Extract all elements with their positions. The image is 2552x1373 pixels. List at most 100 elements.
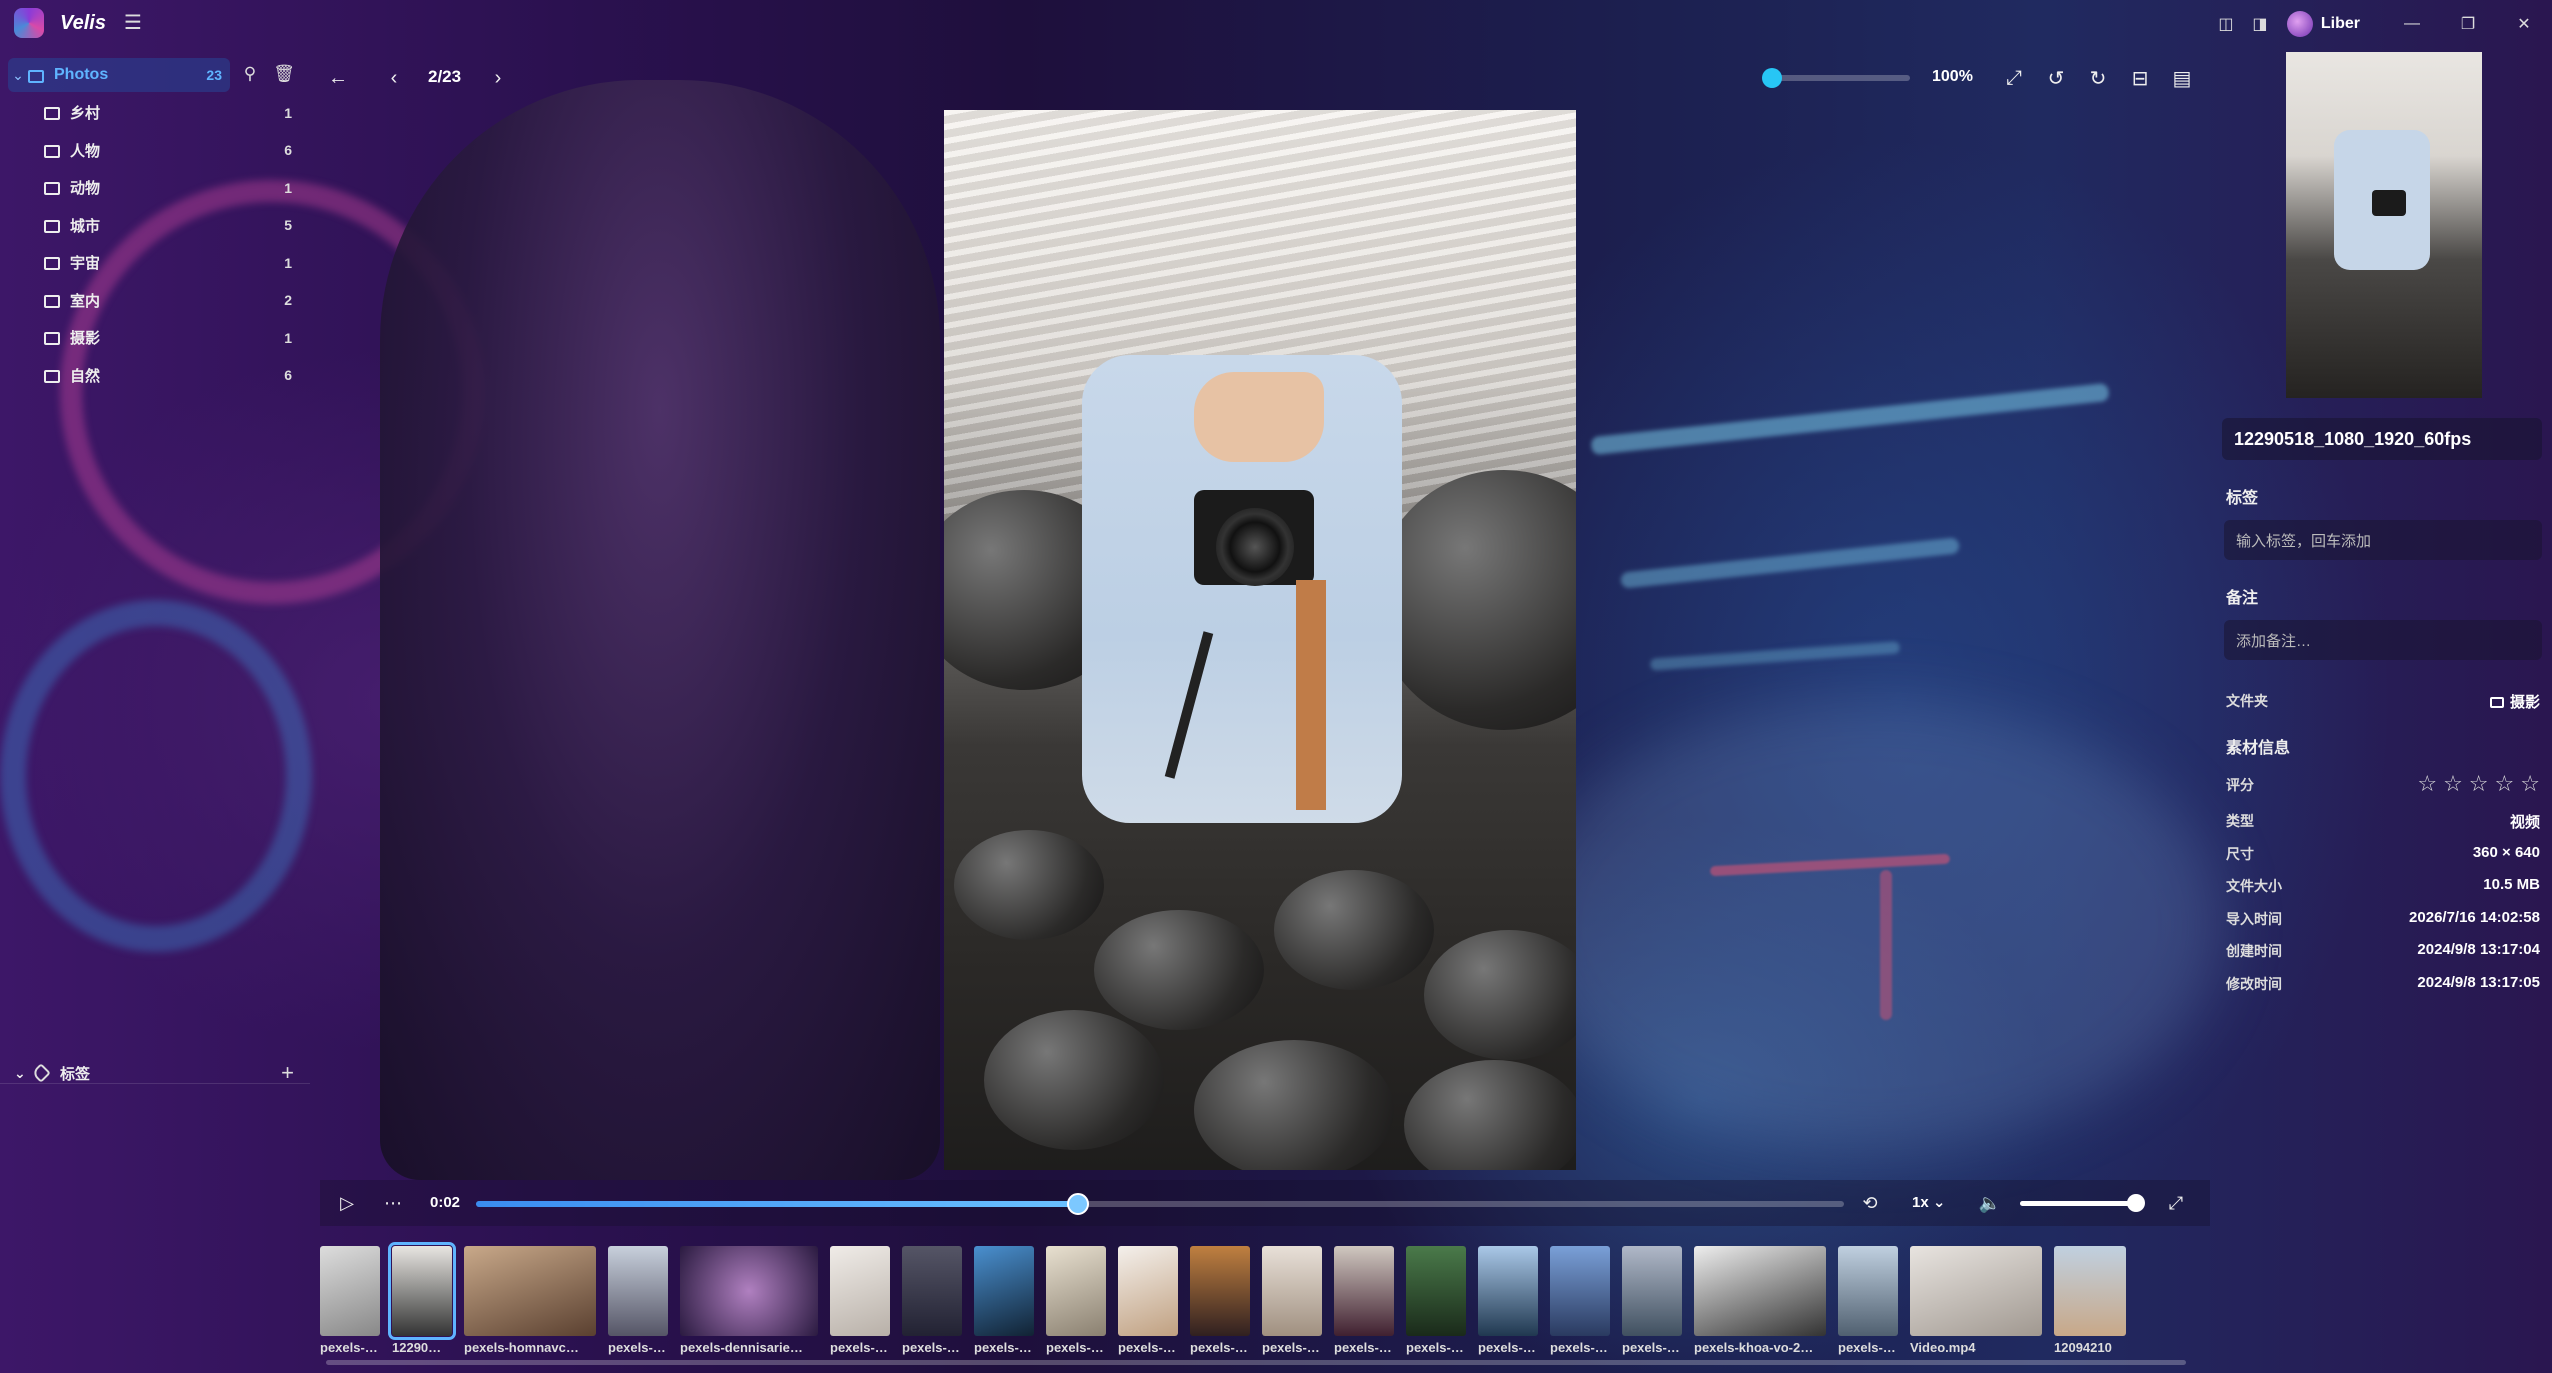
thumbnail-caption: pexels-… bbox=[1046, 1340, 1104, 1355]
sidebar-folder-item[interactable]: 乡村 1 bbox=[0, 94, 310, 132]
filmstrip-thumbnail[interactable]: pexels-… bbox=[320, 1246, 380, 1356]
thumbnail-caption: pexels-… bbox=[1190, 1340, 1248, 1355]
filmstrip-thumbnail[interactable]: pexels-… bbox=[830, 1246, 890, 1356]
filmstrip-thumbnail[interactable]: pexels-… bbox=[1838, 1246, 1898, 1356]
filmstrip-thumbnail[interactable]: pexels-… bbox=[902, 1246, 962, 1356]
rating-star-icon[interactable]: ☆ bbox=[2520, 772, 2540, 796]
chevron-down-icon[interactable]: ⌄ bbox=[8, 67, 28, 84]
rotate-right-icon[interactable]: ↻ bbox=[2080, 60, 2116, 96]
loop-icon[interactable]: ⟲ bbox=[1852, 1185, 1888, 1221]
hamburger-menu-icon[interactable]: ☰ bbox=[124, 13, 144, 33]
thumbnail-image bbox=[974, 1246, 1034, 1336]
media-viewer[interactable] bbox=[944, 110, 1576, 1170]
zoom-slider[interactable] bbox=[1762, 68, 1910, 88]
photo-rock bbox=[984, 1010, 1164, 1150]
folder-label: 动物 bbox=[70, 180, 101, 198]
sidebar-folder-item[interactable]: 摄影 1 bbox=[0, 319, 310, 357]
rating-key: 评分 bbox=[2226, 777, 2254, 793]
maximize-button[interactable]: ❐ bbox=[2440, 0, 2496, 48]
trash-icon[interactable]: 🗑 bbox=[272, 62, 296, 86]
current-time: 0:02 bbox=[430, 1194, 461, 1211]
info-row: 类型 视频 bbox=[2226, 808, 2540, 832]
filmstrip-thumbnail[interactable]: pexels-… bbox=[608, 1246, 668, 1356]
filmstrip-thumbnail[interactable]: Video.mp4 bbox=[1910, 1246, 2042, 1356]
toggle-left-panel-icon[interactable]: ◫ bbox=[2209, 7, 2243, 41]
seek-bar[interactable] bbox=[476, 1193, 1844, 1215]
rating-star-icon[interactable]: ☆ bbox=[2495, 772, 2515, 796]
thumbnail-image bbox=[1622, 1246, 1682, 1336]
folder-root-photos[interactable]: ⌄ Photos 23 bbox=[8, 58, 230, 92]
filmstrip-thumbnail[interactable]: pexels-… bbox=[1550, 1246, 1610, 1356]
volume-level bbox=[2020, 1201, 2136, 1206]
play-icon[interactable]: ▷ bbox=[329, 1185, 365, 1221]
sidebar-folder-item[interactable]: 室内 2 bbox=[0, 282, 310, 320]
neon-light bbox=[1649, 641, 1901, 671]
folder-label: 乡村 bbox=[70, 105, 101, 123]
filmstrip-thumbnail[interactable]: pexels-homnavc… bbox=[464, 1246, 596, 1356]
sidebar-folder-item[interactable]: 宇宙 1 bbox=[0, 244, 310, 282]
filmstrip-thumbnail[interactable]: pexels-… bbox=[1046, 1246, 1106, 1356]
folder-root-count: 23 bbox=[206, 67, 222, 83]
back-arrow-icon[interactable]: ← bbox=[320, 60, 356, 96]
filmstrip-thumbnail[interactable]: pexels-… bbox=[1118, 1246, 1178, 1356]
sidebar: ⌄ Photos 23 ⚲ 🗑 乡村 1 人物 6 动物 1 城市 5 宇宙 1 室内 2 摄影 1 自然 6… bbox=[0, 48, 310, 1373]
filmstrip-thumbnail[interactable]: pexels-khoa-vo-2… bbox=[1694, 1246, 1826, 1356]
info-key: 类型 bbox=[2226, 813, 2254, 829]
photo-rock bbox=[1194, 1040, 1394, 1170]
filmstrip-thumbnail[interactable]: pexels-… bbox=[1262, 1246, 1322, 1356]
user-menu[interactable]: Liber bbox=[2286, 11, 2360, 37]
filmstrip-thumbnail[interactable]: 12290… bbox=[388, 1242, 456, 1356]
filmstrip-scrollbar[interactable] bbox=[326, 1360, 2186, 1365]
next-icon[interactable]: › bbox=[480, 60, 516, 96]
rating-star-icon[interactable]: ☆ bbox=[2417, 772, 2437, 796]
folder-count: 1 bbox=[284, 104, 292, 121]
photo-rock bbox=[1094, 910, 1264, 1030]
rating-star-icon[interactable]: ☆ bbox=[2443, 772, 2463, 796]
chevron-down-icon[interactable]: ⌄ bbox=[14, 1065, 34, 1082]
minimize-button[interactable]: — bbox=[2384, 0, 2440, 48]
volume-slider[interactable] bbox=[2020, 1194, 2145, 1212]
filmstrip-thumbnail[interactable]: pexels-… bbox=[1622, 1246, 1682, 1356]
rotate-left-icon[interactable]: ↺ bbox=[2038, 60, 2074, 96]
sidebar-folder-item[interactable]: 城市 5 bbox=[0, 207, 310, 245]
filmstrip-thumbnail[interactable]: pexels-… bbox=[1190, 1246, 1250, 1356]
more-view-icon[interactable]: ▤ bbox=[2164, 60, 2200, 96]
folder-icon bbox=[44, 182, 60, 196]
thumbnail-caption: pexels-dennisarie… bbox=[680, 1340, 803, 1355]
sidebar-folder-item[interactable]: 人物 6 bbox=[0, 132, 310, 170]
fullscreen-icon[interactable]: ⤢ bbox=[2158, 1185, 2194, 1221]
thumbnail-image bbox=[1118, 1246, 1178, 1336]
preview-camera bbox=[2372, 190, 2406, 216]
volume-icon[interactable]: 🔈 bbox=[1972, 1185, 2008, 1221]
sidebar-folder-item[interactable]: 动物 1 bbox=[0, 169, 310, 207]
fit-screen-icon[interactable]: ⤢ bbox=[1996, 60, 2032, 96]
zoom-slider-handle[interactable] bbox=[1762, 68, 1782, 88]
rating-stars[interactable]: ☆ ☆ ☆ ☆ ☆ bbox=[2417, 772, 2540, 796]
playback-speed-value: 1x bbox=[1912, 1194, 1929, 1211]
previous-icon[interactable]: ‹ bbox=[376, 60, 412, 96]
filmstrip-thumbnail[interactable]: pexels-… bbox=[1406, 1246, 1466, 1356]
notes-input[interactable]: 添加备注… bbox=[2224, 620, 2542, 660]
seek-handle[interactable] bbox=[1066, 1193, 1089, 1215]
filmstrip-thumbnail[interactable]: pexels-… bbox=[1334, 1246, 1394, 1356]
file-name-field[interactable]: 12290518_1080_1920_60fps bbox=[2222, 418, 2542, 460]
folder-value[interactable]: 摄影 bbox=[2489, 691, 2540, 712]
compare-icon[interactable]: ⊟ bbox=[2122, 60, 2158, 96]
rating-star-icon[interactable]: ☆ bbox=[2469, 772, 2489, 796]
sidebar-folder-item[interactable]: 自然 6 bbox=[0, 357, 310, 395]
filmstrip-thumbnail[interactable]: pexels-… bbox=[1478, 1246, 1538, 1356]
playback-speed[interactable]: 1x ⌄ bbox=[1912, 1193, 1945, 1211]
filmstrip-thumbnail[interactable]: pexels-… bbox=[974, 1246, 1034, 1356]
folder-count: 6 bbox=[284, 142, 292, 159]
volume-handle[interactable] bbox=[2126, 1194, 2145, 1212]
filmstrip-thumbnail[interactable]: 12094210 bbox=[2054, 1246, 2126, 1356]
tags-input[interactable]: 输入标签，回车添加 bbox=[2224, 520, 2542, 560]
info-key: 导入时间 bbox=[2226, 910, 2282, 927]
thumbnail-image bbox=[1910, 1246, 2042, 1336]
neon-light bbox=[1620, 537, 1960, 589]
search-icon[interactable]: ⚲ bbox=[238, 62, 262, 86]
more-options-icon[interactable]: ⋯ bbox=[375, 1185, 411, 1221]
filmstrip-thumbnail[interactable]: pexels-dennisarie… bbox=[680, 1246, 818, 1356]
close-button[interactable]: ✕ bbox=[2496, 0, 2552, 48]
toggle-right-panel-icon[interactable]: ◨ bbox=[2243, 7, 2277, 41]
